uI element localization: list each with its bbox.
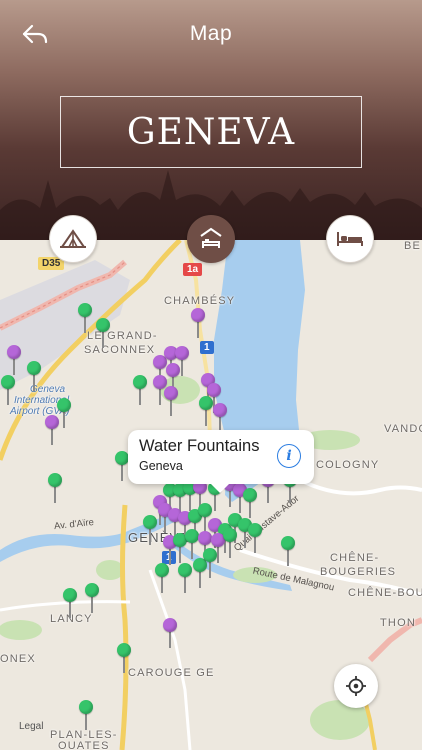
street <box>148 569 192 750</box>
map-pin-head <box>143 515 157 529</box>
map-pin[interactable] <box>79 700 93 730</box>
map-pin[interactable] <box>48 473 62 503</box>
map-pin-head <box>198 503 212 517</box>
map-pin-head <box>155 563 169 577</box>
place-label-chene-bougeries: BOUGERIES <box>320 566 397 578</box>
place-label-cologny: COLOGNY <box>316 459 380 471</box>
map-pin-head <box>96 318 110 332</box>
map-pin-head <box>63 588 77 602</box>
map-pin-head <box>48 473 62 487</box>
map-pin[interactable] <box>223 528 237 558</box>
locate-button[interactable] <box>334 664 378 708</box>
map-pin[interactable] <box>164 386 178 416</box>
bed-icon <box>337 232 363 246</box>
map-pin[interactable] <box>281 536 295 566</box>
map-pin[interactable] <box>78 303 92 333</box>
map-pin[interactable] <box>191 308 205 338</box>
map-pin[interactable] <box>178 563 192 593</box>
map-pin[interactable] <box>248 523 262 553</box>
map-pin-head <box>203 548 217 562</box>
header-banner: Map GENEVA <box>0 0 422 240</box>
tab-accommodation[interactable] <box>326 215 374 263</box>
tent-icon <box>60 229 86 248</box>
info-icon[interactable]: i <box>277 444 301 468</box>
map-pin[interactable] <box>115 451 129 481</box>
map-pin-head <box>243 488 257 502</box>
map-pin-head <box>7 345 21 359</box>
hotel-icon <box>200 227 222 248</box>
map-pin-head <box>79 700 93 714</box>
place-label-chene-bougeries: CHÊNE- <box>330 552 380 564</box>
map-pin-head <box>115 451 129 465</box>
map-pin[interactable] <box>213 403 227 433</box>
map-pin-head <box>163 618 177 632</box>
map-callout[interactable]: Water Fountains Geneva i <box>128 430 314 493</box>
map-pin[interactable] <box>155 563 169 593</box>
map-pin-head <box>198 531 212 545</box>
road-shield-1a: 1a <box>183 263 203 276</box>
place-label-chambesy: CHAMBÉSY <box>164 295 236 307</box>
map-pin-head <box>223 528 237 542</box>
city-title: GENEVA <box>126 111 296 153</box>
place-label-thonex: THON <box>380 617 416 629</box>
map-pin[interactable] <box>63 588 77 618</box>
map-pin[interactable] <box>203 548 217 578</box>
park <box>96 560 124 580</box>
map-pin-head <box>1 375 15 389</box>
map-pin-head <box>213 403 227 417</box>
tab-attractions[interactable] <box>49 215 97 263</box>
park <box>0 620 42 640</box>
map-pin[interactable] <box>185 529 199 559</box>
tab-hotels[interactable] <box>187 215 235 263</box>
highway <box>119 504 129 750</box>
map-pin[interactable] <box>57 398 71 428</box>
map-pin-head <box>85 583 99 597</box>
map-pin-head <box>117 643 131 657</box>
map-pin-head <box>57 398 71 412</box>
map-pin-head <box>78 303 92 317</box>
map-pin-head <box>199 396 213 410</box>
map-pin-head <box>178 563 192 577</box>
place-label-chene-bourg: CHÊNE-BOU <box>348 587 422 599</box>
map-pin[interactable] <box>143 515 157 545</box>
legal-link[interactable]: Legal <box>19 721 43 732</box>
main-road <box>299 478 422 496</box>
place-label-onex: ONEX <box>0 653 36 665</box>
map-pin[interactable] <box>85 583 99 613</box>
map-pin[interactable] <box>243 488 257 518</box>
map-pin-head <box>175 346 189 360</box>
nav-title: Map <box>189 22 233 45</box>
map-pin-head <box>281 536 295 550</box>
place-label-bellevue: BE <box>404 240 422 252</box>
map-pin-head <box>133 375 147 389</box>
map-pin-head <box>207 383 221 397</box>
map-pin[interactable] <box>7 345 21 375</box>
map-pin[interactable] <box>96 318 110 348</box>
map-pin[interactable] <box>1 375 15 405</box>
map-pin[interactable] <box>133 375 147 405</box>
map-pin-head <box>185 529 199 543</box>
map-pin[interactable] <box>199 396 213 426</box>
place-label-grand-saconnex: SACONNEX <box>84 344 156 356</box>
place-label-carouge: CAROUGE GE <box>128 667 215 679</box>
map-pin-head <box>191 308 205 322</box>
map-pin-head <box>166 363 180 377</box>
map-pin[interactable] <box>27 361 41 391</box>
place-label-plan-les-ouates: OUATES <box>58 740 110 750</box>
map-pin-head <box>27 361 41 375</box>
map-pin[interactable] <box>163 618 177 648</box>
road-shield-1: 1 <box>200 341 214 354</box>
city-title-frame: GENEVA <box>60 96 362 168</box>
place-label-vandoeuvres: VANDO <box>384 423 422 435</box>
map-pin[interactable] <box>117 643 131 673</box>
map-pin-head <box>248 523 262 537</box>
map-pin-head <box>164 386 178 400</box>
locate-crosshair-icon <box>346 676 366 696</box>
